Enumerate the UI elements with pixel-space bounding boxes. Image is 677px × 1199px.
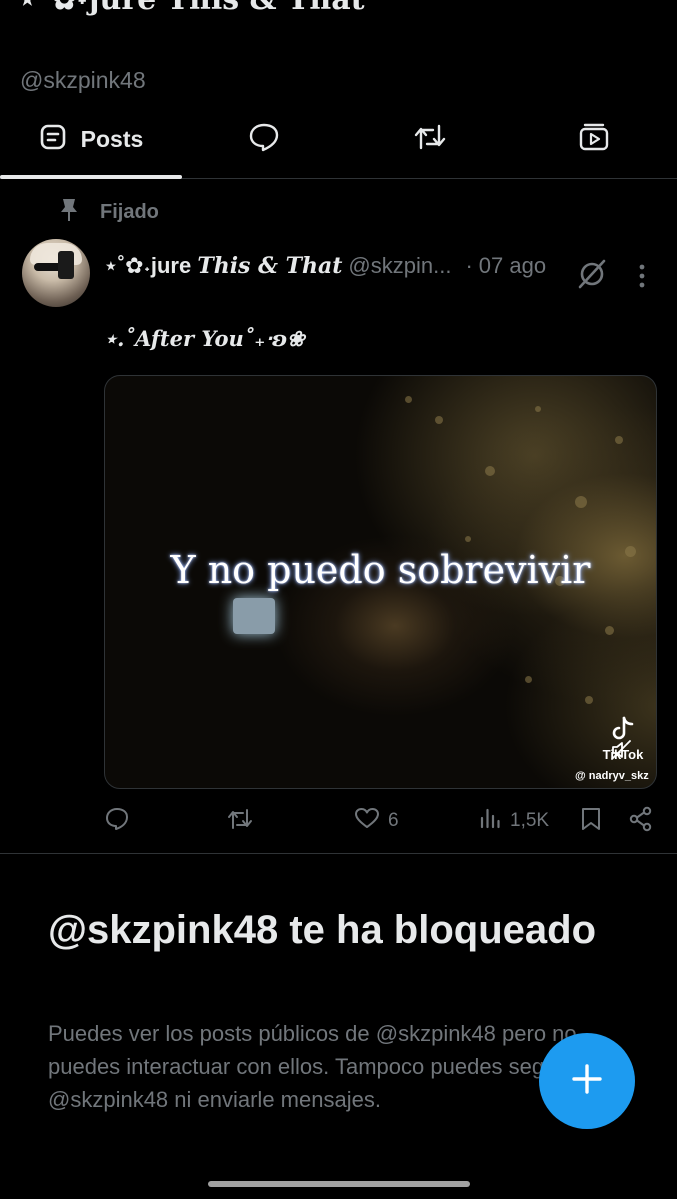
post-media-video[interactable]: Y no puedo sobrevivir TikTok @ nadryv_sk…	[104, 375, 657, 789]
reply-button[interactable]	[104, 806, 130, 838]
tab-replies[interactable]	[224, 100, 304, 178]
author-display-name[interactable]: ⋆˚✿˖jure This & That	[104, 253, 342, 279]
reply-bubble-icon	[248, 122, 280, 157]
post-header: ⋆˚✿˖jure This & That @skzpin... · 07 ago	[104, 253, 546, 279]
more-options-icon[interactable]	[628, 262, 656, 290]
pinned-indicator: Fijado	[58, 197, 159, 228]
repost-small-icon	[226, 806, 254, 838]
separator-dot: ·	[465, 253, 473, 278]
heart-icon	[354, 806, 380, 836]
like-button[interactable]: 6	[346, 806, 399, 836]
tab-reposts[interactable]	[390, 100, 470, 178]
share-button[interactable]	[628, 806, 654, 838]
blocked-title: @skzpink48 te ha bloqueado	[48, 908, 597, 952]
views-chart-icon	[478, 806, 502, 836]
like-count: 6	[388, 810, 399, 831]
profile-handle: @skzpink48	[20, 67, 146, 93]
tiktok-username: @ nadryv_skz	[575, 770, 649, 782]
post-actions: 6 1,5K	[104, 806, 660, 840]
profile-display-name: ⋆˚✿˖jure This & That	[18, 0, 365, 17]
views-button[interactable]: 1,5K	[470, 806, 549, 836]
media-caption: Y no puedo sobrevivir	[170, 548, 591, 592]
home-indicator[interactable]	[208, 1181, 470, 1187]
repost-icon	[413, 122, 447, 157]
views-count: 1,5K	[510, 810, 550, 831]
posts-icon	[39, 123, 67, 156]
bookmark-button[interactable]	[580, 806, 602, 838]
media-video-icon	[578, 122, 610, 157]
tab-posts[interactable]: Posts	[0, 100, 182, 179]
post-date[interactable]: 07 ago	[479, 253, 546, 279]
share-icon	[628, 806, 654, 838]
profile-tabs: Posts	[0, 100, 677, 179]
media-phone-glow	[233, 598, 275, 634]
grok-icon[interactable]	[576, 258, 608, 290]
post-text: ⋆.˚After You˚₊‧ʚ❀	[104, 326, 305, 351]
tab-posts-label: Posts	[80, 125, 144, 152]
pinned-label: Fijado	[100, 201, 159, 223]
bookmark-icon	[580, 806, 602, 838]
blocked-body: Puedes ver los posts públicos de @skzpin…	[48, 1021, 587, 1112]
compose-button[interactable]	[539, 1033, 635, 1129]
author-handle[interactable]: @skzpin...	[348, 253, 451, 279]
post-divider	[0, 853, 677, 854]
author-name-prefix: ⋆˚✿˖jure	[104, 253, 198, 278]
tab-media[interactable]	[554, 100, 634, 178]
muted-speaker-icon[interactable]	[609, 738, 633, 767]
avatar[interactable]	[22, 239, 90, 307]
repost-button[interactable]	[226, 806, 254, 838]
author-name-italic: This & That	[197, 253, 343, 279]
reply-icon	[104, 806, 130, 838]
active-tab-indicator	[0, 175, 182, 179]
plus-icon	[570, 1062, 604, 1101]
pin-icon	[58, 197, 80, 228]
